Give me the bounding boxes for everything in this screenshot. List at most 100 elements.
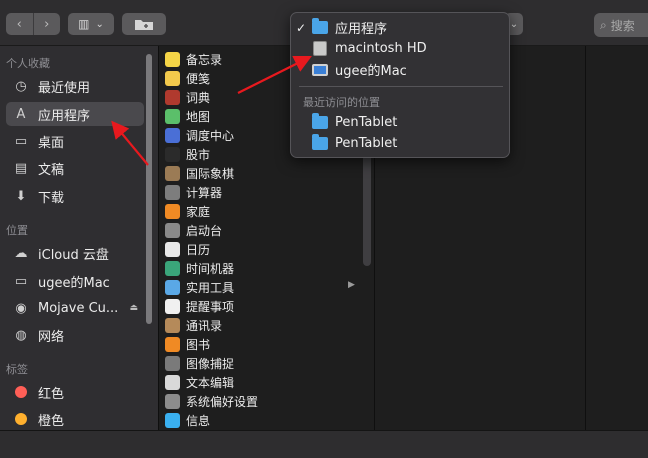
list-item-label: 图书	[186, 338, 211, 352]
menu-item-recent-pentablet[interactable]: PenTablet	[291, 133, 509, 154]
app-icon	[165, 166, 180, 181]
red-tag-dot-icon	[15, 386, 27, 398]
list-item-label: 系统偏好设置	[186, 395, 259, 409]
status-bar	[0, 430, 648, 458]
list-item-label: 地图	[186, 110, 211, 124]
app-icon	[165, 52, 180, 67]
list-item-label: 信息	[186, 414, 211, 428]
menu-item-recent-pentablet[interactable]: PenTablet	[291, 112, 509, 133]
list-item[interactable]: 通讯录	[165, 316, 355, 335]
app-icon	[165, 185, 180, 200]
list-item-label: 股市	[186, 148, 211, 162]
menu-separator	[299, 86, 503, 87]
sidebar-item-label: 橙色	[38, 413, 65, 429]
list-item[interactable]: 时间机器	[165, 259, 355, 278]
sidebar-item-network[interactable]: ◍ 网络	[6, 323, 144, 347]
list-item-label: 通讯录	[186, 319, 223, 333]
menu-item-computer[interactable]: ugee的Mac	[291, 59, 509, 80]
list-item-label: 国际象棋	[186, 167, 235, 181]
list-item[interactable]: 启动台	[165, 221, 355, 240]
list-item-label: 时间机器	[186, 262, 235, 276]
menu-item-label: 应用程序	[335, 22, 388, 37]
menu-item-macintosh-hd[interactable]: macintosh HD	[291, 38, 509, 59]
list-item[interactable]: 国际象棋	[165, 164, 355, 183]
sidebar-item-desktop[interactable]: ▭ 桌面	[6, 129, 144, 153]
column-view-icon: ▥	[78, 17, 90, 31]
downloads-icon: ⬇	[15, 188, 27, 204]
list-item-label: 提醒事项	[186, 300, 235, 314]
list-item[interactable]: 计算器	[165, 183, 355, 202]
list-item-label: 启动台	[186, 224, 223, 238]
sidebar-item-label: 红色	[38, 386, 65, 402]
list-item[interactable]: 提醒事项	[165, 297, 355, 316]
folder-icon	[312, 113, 328, 129]
cloud-icon: ☁	[14, 245, 28, 261]
applications-folder-icon	[312, 18, 328, 34]
eject-icon[interactable]: ⏏	[129, 303, 138, 313]
list-item-label: 词典	[186, 91, 211, 105]
app-icon	[165, 261, 180, 276]
menu-item-applications[interactable]: ✓ 应用程序	[291, 17, 509, 38]
list-item[interactable]: 文本编辑	[165, 373, 355, 392]
list-item[interactable]: 图书	[165, 335, 355, 354]
list-item-label: 文本编辑	[186, 376, 235, 390]
sidebar-item-label: 桌面	[38, 135, 65, 151]
desktop-icon: ▭	[14, 133, 28, 149]
list-item-label: 计算器	[186, 186, 223, 200]
network-icon: ◍	[15, 327, 27, 343]
path-popup-menu: ✓ 应用程序 macintosh HD ugee的Mac 最近访问的位置 Pen…	[290, 12, 510, 158]
sidebar-item-tag-orange[interactable]: 橙色	[6, 407, 144, 431]
view-mode-button[interactable]: ▥ ⌄	[68, 13, 114, 35]
sidebar-item-label: 网络	[38, 329, 65, 345]
app-icon	[165, 242, 180, 257]
sidebar-item-recents[interactable]: ◷ 最近使用	[6, 74, 144, 98]
sidebar-item-applications[interactable]: A 应用程序	[6, 102, 144, 126]
back-button[interactable]: ‹	[6, 13, 33, 35]
app-icon	[165, 318, 180, 333]
sidebar-item-label: Mojave Cu...	[38, 300, 119, 316]
app-icon	[165, 413, 180, 428]
list-item[interactable]: 信息	[165, 411, 355, 430]
new-folder-button[interactable]	[122, 13, 166, 35]
app-icon	[165, 90, 180, 105]
forward-button[interactable]: ›	[32, 13, 61, 35]
search-placeholder: 搜索	[610, 18, 635, 33]
sidebar-item-label: 下载	[38, 190, 65, 206]
fourth-column	[586, 46, 648, 430]
hard-drive-icon	[313, 41, 327, 56]
sidebar-item-tag-red[interactable]: 红色	[6, 380, 144, 404]
list-item-label: 家庭	[186, 205, 211, 219]
app-icon	[165, 394, 180, 409]
checkmark-icon: ✓	[295, 20, 307, 35]
sidebar-item-computer[interactable]: ▭ ugee的Mac	[6, 269, 144, 293]
imac-icon	[312, 63, 328, 76]
sidebar-item-label: 文稿	[38, 162, 65, 178]
list-item[interactable]: 系统偏好设置	[165, 392, 355, 411]
recent-places-header: 最近访问的位置	[303, 96, 380, 109]
sidebar-item-icloud[interactable]: ☁ iCloud 云盘	[6, 241, 144, 265]
sidebar-item-documents[interactable]: ▤ 文稿	[6, 156, 144, 180]
list-item-label: 日历	[186, 243, 211, 257]
sidebar-item-mojave[interactable]: ◉ Mojave Cu... ⏏	[6, 296, 144, 320]
list-item-label: 调度中心	[186, 129, 235, 143]
search-field[interactable]: ⌕ 搜索	[594, 13, 648, 37]
app-icon	[165, 109, 180, 124]
list-item[interactable]: 日历	[165, 240, 355, 259]
list-item[interactable]: 家庭	[165, 202, 355, 221]
sidebar-scrollbar[interactable]	[146, 54, 152, 324]
chevron-down-icon: ⌄	[509, 18, 519, 30]
applications-icon: A	[16, 106, 26, 122]
sidebar-item-downloads[interactable]: ⬇ 下载	[6, 184, 144, 208]
app-icon	[165, 337, 180, 352]
app-icon	[165, 147, 180, 162]
list-item-label: 图像捕捉	[186, 357, 235, 371]
list-item[interactable]: 实用工具	[165, 278, 355, 297]
menu-item-label: PenTablet	[335, 115, 398, 130]
list-item-label: 实用工具	[186, 281, 235, 295]
list-item[interactable]: 图像捕捉	[165, 354, 355, 373]
sidebar: 个人收藏 ◷ 最近使用 A 应用程序 ▭ 桌面 ▤ 文稿 ⬇ 下载 位置 ☁ i…	[0, 46, 158, 430]
app-icon	[165, 280, 180, 295]
app-icon	[165, 299, 180, 314]
search-icon: ⌕	[600, 17, 607, 32]
sidebar-item-label: 应用程序	[38, 108, 91, 124]
